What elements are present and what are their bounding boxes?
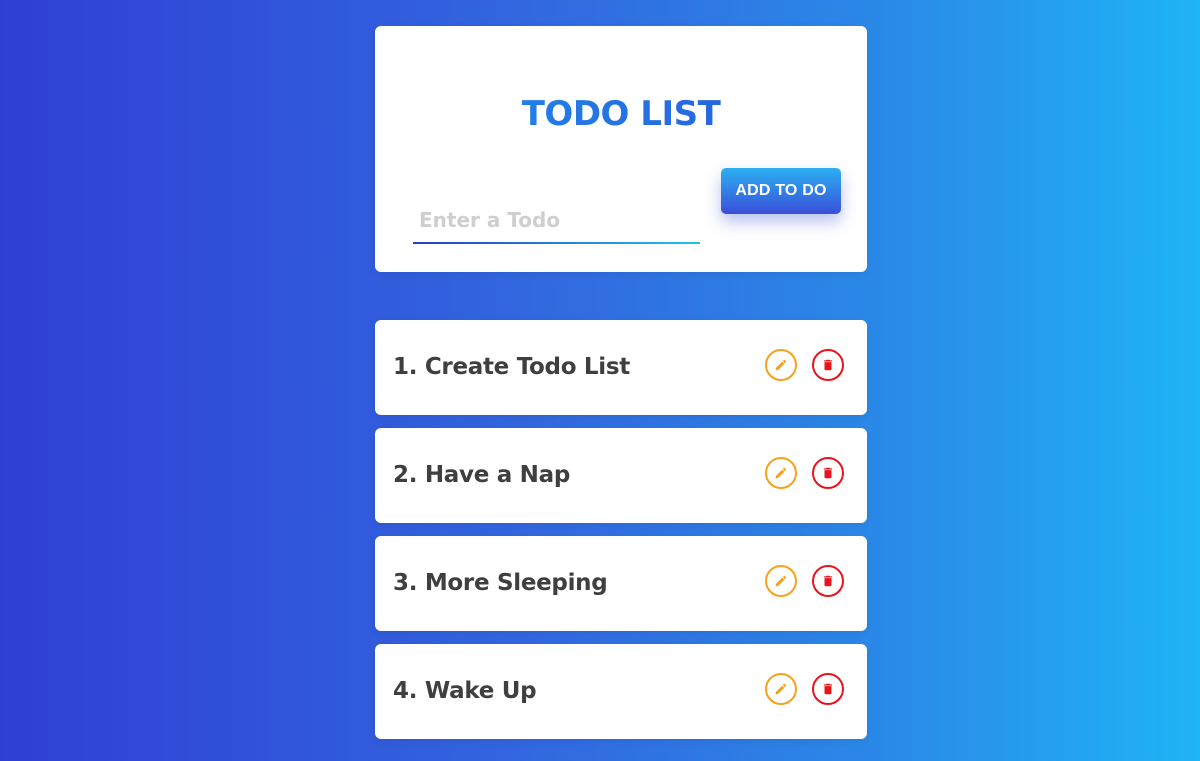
todo-item-label: 4. Wake Up bbox=[393, 678, 537, 704]
todo-item-label: 3. More Sleeping bbox=[393, 570, 608, 596]
edit-todo-button[interactable] bbox=[765, 457, 797, 489]
todo-form-card: TODO LIST ADD TO DO bbox=[375, 26, 867, 272]
input-underline bbox=[413, 242, 700, 244]
todo-item-label: 2. Have a Nap bbox=[393, 462, 570, 488]
edit-todo-button[interactable] bbox=[765, 349, 797, 381]
trash-icon bbox=[823, 359, 833, 371]
todo-list-item: 1. Create Todo List bbox=[375, 320, 867, 415]
edit-todo-button[interactable] bbox=[765, 565, 797, 597]
pencil-icon bbox=[775, 359, 787, 371]
trash-icon bbox=[823, 467, 833, 479]
todo-input[interactable] bbox=[413, 198, 700, 242]
pencil-icon bbox=[775, 575, 787, 587]
delete-todo-button[interactable] bbox=[812, 457, 844, 489]
todo-list-item: 4. Wake Up bbox=[375, 644, 867, 739]
trash-icon bbox=[823, 683, 833, 695]
delete-todo-button[interactable] bbox=[812, 565, 844, 597]
todo-input-container bbox=[413, 198, 700, 244]
todo-list-item: 3. More Sleeping bbox=[375, 536, 867, 631]
delete-todo-button[interactable] bbox=[812, 349, 844, 381]
page-title: TODO LIST bbox=[375, 94, 867, 134]
pencil-icon bbox=[775, 683, 787, 695]
edit-todo-button[interactable] bbox=[765, 673, 797, 705]
pencil-icon bbox=[775, 467, 787, 479]
todo-item-label: 1. Create Todo List bbox=[393, 354, 630, 380]
add-todo-button[interactable]: ADD TO DO bbox=[721, 168, 841, 214]
todo-list-item: 2. Have a Nap bbox=[375, 428, 867, 523]
trash-icon bbox=[823, 575, 833, 587]
delete-todo-button[interactable] bbox=[812, 673, 844, 705]
